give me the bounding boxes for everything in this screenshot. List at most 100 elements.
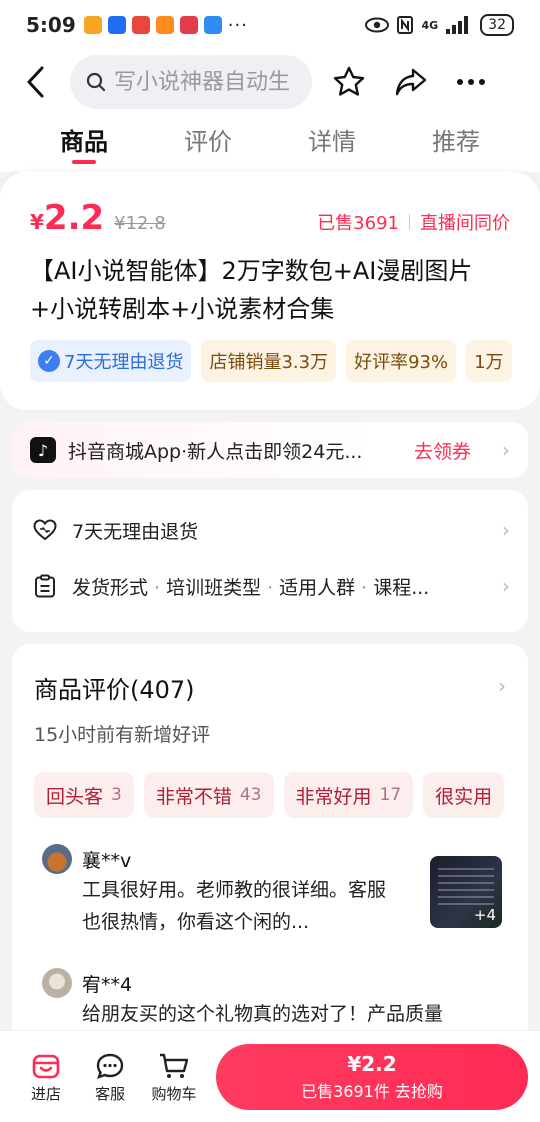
top-header — [0, 50, 540, 114]
service-label: 客服 — [94, 1085, 125, 1103]
cart-icon — [160, 1053, 189, 1078]
buy-price: ¥2.2 — [347, 1051, 397, 1076]
review-image-thumbnail[interactable]: +4 — [430, 856, 502, 928]
back-arrow-icon — [27, 66, 44, 98]
tab-product[interactable]: 商品 — [60, 114, 108, 172]
review-tag-count: 3 — [111, 785, 122, 805]
product-tags: ✓ 7天无理由退货 店铺销量3.3万 好评率93% 1万 — [30, 340, 540, 384]
review-item[interactable]: 襄**v 工具很好用。老师教的很详细。客服也很热情，你看这个闲的... +4 — [42, 844, 502, 938]
search-bar[interactable] — [70, 55, 312, 109]
review-tag-label: 非常好用 — [295, 785, 372, 808]
clipboard-icon — [32, 573, 58, 599]
review-tag-label: 非常不错 — [155, 785, 232, 808]
current-price: ¥2.2 — [30, 198, 104, 238]
more-button[interactable] — [456, 78, 486, 86]
back-button[interactable] — [0, 65, 70, 99]
review-tag[interactable]: 回头客 3 — [34, 772, 134, 818]
claim-coupon-link[interactable]: 去领券 — [414, 437, 471, 464]
tag-extra[interactable]: 1万 — [466, 340, 512, 382]
signal-icon — [446, 16, 469, 34]
attr-item: 发货形式 — [72, 576, 149, 599]
more-notifications: ··· — [227, 14, 248, 36]
product-attributes-row[interactable]: 发货形式 · 培训班类型 · 适用人群 · 课程... › — [32, 566, 510, 606]
tag-rating[interactable]: 好评率93% — [346, 340, 457, 382]
network-type: 4G — [421, 18, 439, 32]
return-policy-text: 7天无理由退货 — [72, 520, 199, 543]
tag-label: 1万 — [474, 352, 504, 373]
cart-label: 购物车 — [151, 1085, 197, 1103]
review-tag[interactable]: 很实用 — [423, 772, 505, 818]
store-button[interactable]: 进店 — [14, 1049, 78, 1104]
star-icon — [333, 66, 365, 96]
section-tabs: 商品 评价 详情 推荐 — [0, 114, 540, 172]
customer-service-button[interactable]: 客服 — [78, 1049, 142, 1104]
original-price: ¥12.8 — [114, 213, 166, 234]
live-same-price-label: 直播间同价 — [420, 213, 510, 234]
more-images-count: +4 — [473, 906, 496, 924]
tab-details[interactable]: 详情 — [308, 114, 356, 172]
status-bar: 5:09 ··· 4G 32 — [0, 0, 540, 50]
review-tag-count: 17 — [379, 785, 402, 805]
attr-item: 课程... — [373, 576, 430, 599]
store-icon — [32, 1054, 60, 1079]
notification-app-icon — [179, 16, 198, 34]
tag-return-policy[interactable]: ✓ 7天无理由退货 — [30, 340, 192, 382]
review-tag-list: 回头客 3 非常不错 43 非常好用 17 很实用 — [34, 772, 528, 818]
avatar — [42, 968, 72, 998]
tag-label: 店铺销量3.3万 — [209, 352, 329, 373]
attr-item: 培训班类型 — [166, 576, 262, 599]
chevron-right-icon: › — [502, 438, 510, 462]
review-text: 工具很好用。老师教的很详细。客服也很热情，你看这个闲的... — [82, 879, 387, 933]
chat-icon — [96, 1053, 124, 1079]
return-heart-icon — [32, 517, 58, 543]
review-item[interactable]: 宥**4 给朋友买的这个礼物真的选对了！产品质量 — [42, 968, 502, 1030]
status-time: 5:09 — [26, 13, 76, 37]
cart-button[interactable]: 购物车 — [142, 1049, 206, 1104]
notification-app-icon — [155, 16, 174, 34]
more-dots-icon — [457, 79, 485, 85]
price-value: 2.2 — [43, 198, 105, 238]
sold-count: 已售3691 — [317, 213, 399, 234]
share-icon — [395, 68, 427, 96]
share-button[interactable] — [394, 67, 428, 97]
notification-app-icon — [203, 16, 222, 34]
chevron-right-icon[interactable]: › — [498, 674, 506, 698]
reviewer-name: 宥**4 — [82, 973, 133, 996]
shield-check-icon: ✓ — [38, 350, 60, 372]
product-info-card: ¥2.2 ¥12.8 已售3691 直播间同价 【AI小说智能体】2万字数包+A… — [0, 172, 540, 410]
tab-reviews[interactable]: 评价 — [184, 114, 232, 172]
favorite-button[interactable] — [332, 65, 366, 99]
review-tag[interactable]: 非常不错 43 — [143, 772, 274, 818]
review-tag[interactable]: 非常好用 17 — [283, 772, 414, 818]
product-title: 【AI小说智能体】2万字数包+AI漫剧图片+小说转剧本+小说素材合集 — [30, 257, 473, 323]
currency-symbol: ¥ — [30, 210, 44, 234]
tag-label: 好评率93% — [354, 352, 449, 373]
notification-app-icon — [83, 16, 102, 34]
reviews-card: 商品评价(407) › 15小时前有新增好评 回头客 3 非常不错 43 非常好用 1… — [12, 644, 528, 1064]
notification-app-icon — [107, 16, 126, 34]
screenshot-lines — [438, 868, 494, 908]
tag-store-sales[interactable]: 店铺销量3.3万 — [201, 340, 337, 382]
reviews-title[interactable]: 商品评价(407) — [34, 670, 195, 705]
store-label: 进店 — [30, 1085, 61, 1103]
attributes-text: 发货形式 · 培训班类型 · 适用人群 · 课程... — [72, 576, 430, 599]
avatar — [42, 844, 72, 874]
eye-icon — [365, 17, 390, 33]
douyin-logo-icon: ♪ — [30, 437, 56, 463]
tag-label: 7天无理由退货 — [64, 352, 184, 373]
coupon-promo-banner[interactable]: ♪ 抖音商城App·新人点击即领24元... 去领券 › — [12, 422, 528, 478]
search-icon — [86, 72, 106, 92]
return-policy-row[interactable]: 7天无理由退货 › — [32, 510, 510, 550]
review-tag-count: 43 — [239, 785, 262, 805]
review-text: 给朋友买的这个礼物真的选对了！产品质量 — [82, 1003, 444, 1025]
reviewer-name: 襄**v — [82, 849, 132, 872]
tab-recommend[interactable]: 推荐 — [432, 114, 480, 172]
battery-indicator: 32 — [480, 14, 514, 36]
buy-subtext: 已售3691件 去抢购 — [301, 1081, 443, 1101]
divider — [409, 214, 410, 230]
search-input[interactable] — [114, 69, 304, 95]
buy-now-button[interactable]: ¥2.2 已售3691件 去抢购 — [216, 1043, 528, 1110]
chevron-right-icon: › — [502, 574, 510, 598]
chevron-right-icon: › — [502, 518, 510, 542]
review-tag-label: 回头客 — [46, 785, 104, 808]
